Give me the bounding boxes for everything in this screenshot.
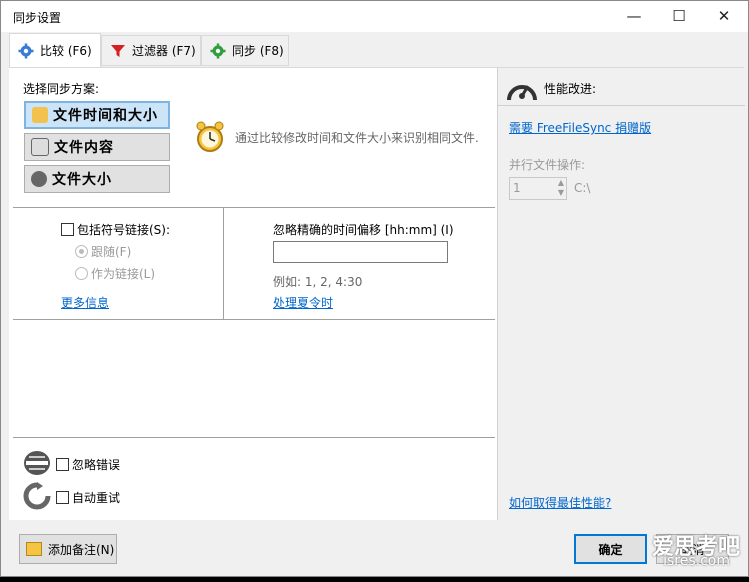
binary-file-icon xyxy=(31,138,49,156)
divider xyxy=(13,319,495,320)
performance-header: 性能改进: xyxy=(544,82,597,96)
drive-label: C:\ xyxy=(574,181,591,195)
divider xyxy=(13,207,495,208)
sync-gear-icon xyxy=(210,43,226,59)
add-note-label: 添加备注(N) xyxy=(48,542,115,557)
alarm-clock-icon xyxy=(195,120,225,157)
auto-retry-icon xyxy=(23,482,51,513)
divider xyxy=(13,437,495,438)
divider xyxy=(223,208,224,319)
symlinks-checkbox[interactable] xyxy=(61,223,74,236)
variant-content-label: 文件内容 xyxy=(54,140,114,156)
parallel-ops-value: 1 xyxy=(513,181,521,195)
parallel-ops-label: 并行文件操作: xyxy=(509,158,586,172)
time-shift-example: 例如: 1, 2, 4:30 xyxy=(273,275,363,289)
radio-follow[interactable] xyxy=(75,245,88,258)
compare-variant-header: 选择同步方案: xyxy=(23,82,100,96)
variant-size-button[interactable]: 文件大小 xyxy=(24,165,170,193)
variant-size-label: 文件大小 xyxy=(52,172,112,188)
ignore-errors-row[interactable]: 忽略错误 xyxy=(56,456,120,473)
variant-content-button[interactable]: 文件内容 xyxy=(24,133,170,161)
add-note-button[interactable]: 添加备注(N) xyxy=(19,534,117,564)
tab-sync[interactable]: 同步 (F8) xyxy=(201,35,289,66)
performance-panel: 性能改进: 需要 FreeFileSync 捐赠版 并行文件操作: 1 ▲ ▼ C… xyxy=(497,68,745,520)
ignore-errors-icon xyxy=(23,450,51,479)
ignore-errors-label: 忽略错误 xyxy=(72,458,121,472)
tab-compare[interactable]: 比较 (F6) xyxy=(9,33,101,67)
parallel-ops-spinner[interactable]: 1 ▲ ▼ xyxy=(509,177,567,200)
auto-retry-checkbox[interactable] xyxy=(56,491,69,504)
maximize-button[interactable]: ☐ xyxy=(656,1,702,32)
auto-retry-row[interactable]: 自动重试 xyxy=(56,489,120,506)
file-size-icon xyxy=(31,171,47,187)
variant-description: 通过比较修改时间和文件大小来识别相同文件. xyxy=(235,131,479,145)
auto-retry-label: 自动重试 xyxy=(72,491,121,505)
gear-icon xyxy=(18,43,34,59)
close-button[interactable]: ✕ xyxy=(701,1,747,32)
radio-follow-row[interactable]: 跟随(F) xyxy=(75,243,131,260)
ignore-errors-checkbox[interactable] xyxy=(56,458,69,471)
spinner-arrows-icon[interactable]: ▲ ▼ xyxy=(558,178,564,198)
tab-content: 选择同步方案: 文件时间和大小 文件内容 文件大小 通过比较修改时间和文件大小来… xyxy=(9,67,745,520)
radio-as-link-label: 作为链接(L) xyxy=(91,267,156,281)
watermark-url: isres.com xyxy=(663,553,730,569)
tab-filter[interactable]: 过滤器 (F7) xyxy=(101,35,201,66)
tab-compare-label: 比较 (F6) xyxy=(40,44,92,58)
best-performance-link[interactable]: 如何取得最佳性能? xyxy=(509,494,611,511)
symlinks-checkbox-row[interactable]: 包括符号链接(S): xyxy=(61,221,170,238)
window-title: 同步设置 xyxy=(13,11,62,25)
radio-as-link[interactable] xyxy=(75,267,88,280)
symlinks-label: 包括符号链接(S): xyxy=(77,223,171,237)
variant-time-size-button[interactable]: 文件时间和大小 xyxy=(24,101,170,129)
sync-settings-window: 同步设置 — ☐ ✕ 比较 (F6) 过滤器 (F7) 同步 (F8) 选择同步 xyxy=(0,0,749,577)
more-info-link[interactable]: 更多信息 xyxy=(61,294,109,311)
bottom-bar: 添加备注(N) 确定 取消 xyxy=(1,520,748,576)
time-shift-label: 忽略精确的时间偏移 [hh:mm] (I) xyxy=(273,223,454,237)
donate-link[interactable]: 需要 FreeFileSync 捐赠版 xyxy=(509,119,651,136)
filter-icon xyxy=(110,43,126,59)
speedometer-icon xyxy=(506,74,538,107)
time-shift-input[interactable] xyxy=(273,241,448,263)
radio-follow-label: 跟随(F) xyxy=(91,245,132,259)
tab-filter-label: 过滤器 (F7) xyxy=(132,44,196,58)
minimize-button[interactable]: — xyxy=(611,1,657,32)
radio-as-link-row[interactable]: 作为链接(L) xyxy=(75,265,155,282)
divider xyxy=(498,105,745,106)
title-bar: 同步设置 — ☐ ✕ xyxy=(1,1,748,32)
clock-icon xyxy=(32,107,48,123)
dst-link[interactable]: 处理夏令时 xyxy=(273,294,333,311)
compare-panel: 选择同步方案: 文件时间和大小 文件内容 文件大小 通过比较修改时间和文件大小来… xyxy=(9,68,495,520)
ok-button[interactable]: 确定 xyxy=(574,534,647,564)
tab-sync-label: 同步 (F8) xyxy=(232,44,284,58)
tab-bar: 比较 (F6) 过滤器 (F7) 同步 (F8) xyxy=(9,33,748,67)
note-icon xyxy=(26,542,42,556)
variant-time-size-label: 文件时间和大小 xyxy=(53,108,158,124)
